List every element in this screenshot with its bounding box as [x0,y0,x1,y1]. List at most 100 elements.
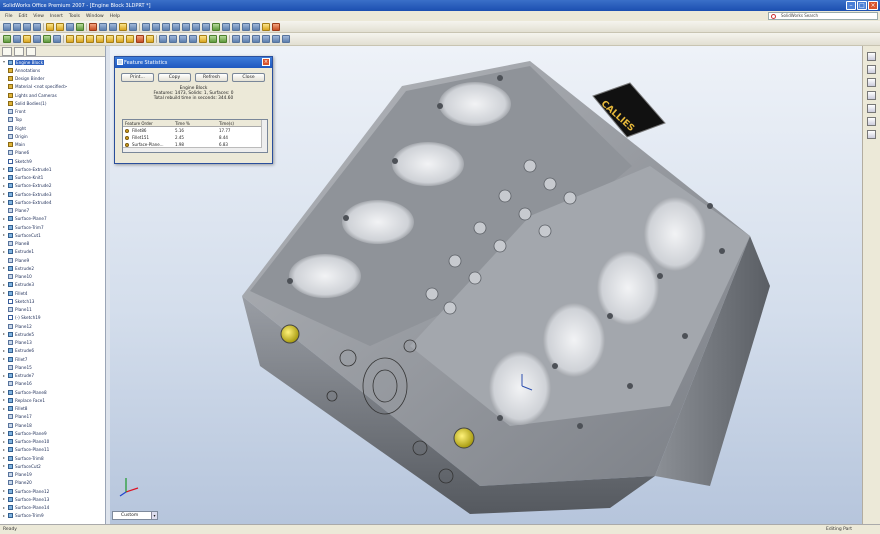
expand-icon[interactable]: ▸ [2,495,6,503]
tree-item[interactable]: ▸ Surface-Extrude2 [2,182,105,190]
surface-extrude-icon[interactable] [159,35,167,43]
expand-icon[interactable] [2,339,6,347]
expand-icon[interactable] [2,273,6,281]
table-row[interactable]: Fillet151 2.45 8.44 [123,134,267,141]
tree-item[interactable]: Plane20 [2,479,105,487]
loft-icon[interactable] [33,35,41,43]
grid-icon[interactable] [129,22,137,31]
expand-icon[interactable]: ▸ [2,330,6,338]
tree-item[interactable]: ▸ Surface-Plane13 [2,495,105,503]
tree-item[interactable]: Plane16 [2,380,105,388]
tree-item[interactable]: ▸ SurfaceCut1 [2,231,105,239]
tree-item[interactable]: ▸ Surface-Plane14 [2,504,105,512]
expand-icon[interactable]: ▸ [2,438,6,446]
tree-item[interactable]: Top [2,116,105,124]
tree-item[interactable]: Plane13 [2,339,105,347]
tree-item[interactable]: Front [2,108,105,116]
zoom-area-icon[interactable] [172,22,180,31]
expand-icon[interactable]: ▸ [2,372,6,380]
configuration-tab[interactable] [26,47,36,56]
extrude-boss-icon[interactable] [3,35,11,43]
zoom-fit-icon[interactable] [162,22,170,31]
expand-icon[interactable]: ▸ [2,429,6,437]
print-button[interactable]: Print... [121,73,154,82]
expand-icon[interactable] [2,149,6,157]
smart-dimension-icon[interactable] [142,22,150,31]
menu-tools[interactable]: Tools [66,14,83,19]
tree-item[interactable]: Plane15 [2,363,105,371]
expand-icon[interactable]: ▸ [2,388,6,396]
ref-plane-icon[interactable] [146,35,154,43]
expand-icon[interactable]: ▾ [2,58,6,66]
tree-item[interactable]: Sketch9 [2,157,105,165]
rebuild-icon[interactable] [76,22,84,31]
tree-item[interactable]: Plane8 [2,240,105,248]
expand-icon[interactable] [2,83,6,91]
wireframe-icon[interactable] [222,22,230,31]
expand-icon[interactable] [2,380,6,388]
sketch-circle-icon[interactable] [242,35,250,43]
surface-revolve-icon[interactable] [169,35,177,43]
close-dialog-button[interactable]: Close [232,73,265,82]
knit-icon[interactable] [209,35,217,43]
hole-icon[interactable] [106,35,114,43]
expand-icon[interactable]: ▸ [2,165,6,173]
shaded-edges-icon[interactable] [252,22,260,31]
tree-item[interactable]: ▸ Surface-Trim9 [2,512,105,520]
select-icon[interactable] [66,22,74,31]
tree-item[interactable]: Plane6 [2,149,105,157]
expand-icon[interactable] [2,207,6,215]
tree-item[interactable]: ▸ Surface-Extrude4 [2,198,105,206]
menu-file[interactable]: File [2,14,16,19]
tree-item[interactable]: ▸ Surface-Plane7 [2,215,105,223]
close-button[interactable]: × [868,1,878,10]
appearances-icon[interactable] [867,117,876,126]
tree-item[interactable]: Plane9 [2,256,105,264]
expand-icon[interactable]: ▸ [2,512,6,520]
tree-item[interactable]: Material <not specified> [2,83,105,91]
section-view-icon[interactable] [212,22,220,31]
tree-item[interactable]: ▸ Extrude2 [2,264,105,272]
tree-item[interactable]: ▸ Surface-Trim8 [2,454,105,462]
expand-icon[interactable] [2,240,6,248]
shaded-icon[interactable] [242,22,250,31]
undo-icon[interactable] [46,22,54,31]
expand-icon[interactable]: ▸ [2,487,6,495]
tree-item[interactable]: ▸ Surface-Extrude1 [2,165,105,173]
revolve-icon[interactable] [13,35,21,43]
expand-icon[interactable]: ▸ [2,347,6,355]
menu-insert[interactable]: Insert [47,14,66,19]
tree-item[interactable]: ▸ Surface-Plane9 [2,429,105,437]
expand-icon[interactable] [2,91,6,99]
tree-item[interactable]: Right [2,124,105,132]
dome-icon[interactable] [136,35,144,43]
expand-icon[interactable]: ▸ [2,289,6,297]
refresh-button[interactable]: Refresh [195,73,228,82]
tree-item[interactable]: ▸ Surface-Extrude3 [2,190,105,198]
design-library-icon[interactable] [867,65,876,74]
expand-icon[interactable] [2,99,6,107]
pan-icon[interactable] [202,22,210,31]
expand-icon[interactable] [2,157,6,165]
dialog-close-icon[interactable]: × [262,58,270,66]
tree-item[interactable]: Plane10 [2,273,105,281]
tree-root[interactable]: ▾ Engine Block [2,58,105,66]
rotate-view-icon[interactable] [192,22,200,31]
sketch-arc-icon[interactable] [252,35,260,43]
sketch-trim-icon[interactable] [282,35,290,43]
hidden-lines-icon[interactable] [232,22,240,31]
property-tab[interactable] [14,47,24,56]
tree-item[interactable]: ▸ Extrude6 [2,347,105,355]
tree-item[interactable]: ▸ Surface-Plane8 [2,388,105,396]
tree-item[interactable]: (-) Sketch19 [2,314,105,322]
expand-icon[interactable]: ▸ [2,462,6,470]
tree-item[interactable]: ▸ SurfaceCut2 [2,462,105,470]
sketch-spline-icon[interactable] [262,35,270,43]
expand-icon[interactable]: ▸ [2,355,6,363]
mirror-icon[interactable] [126,35,134,43]
expand-icon[interactable] [2,297,6,305]
tree-item[interactable]: ▸ Fillet8 [2,405,105,413]
configuration-select[interactable]: Custom ▾ [112,511,158,520]
expand-icon[interactable] [2,471,6,479]
sketch-icon[interactable] [119,22,127,31]
